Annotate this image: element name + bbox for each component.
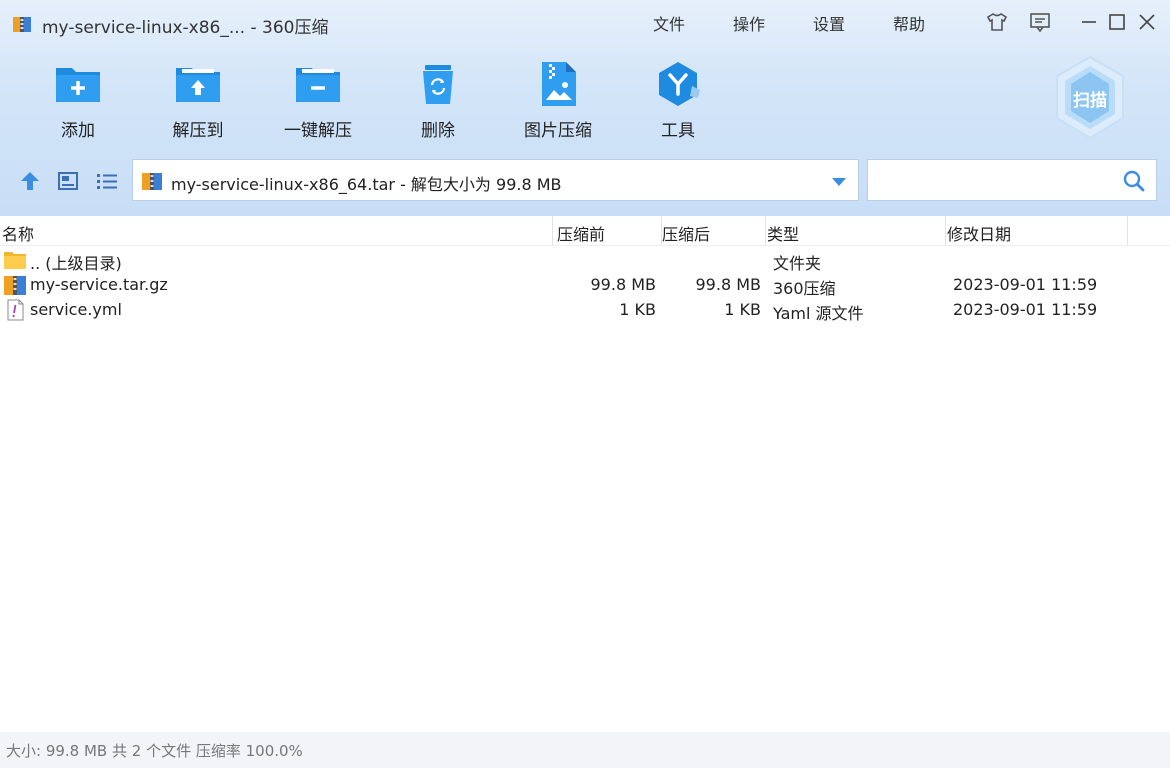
extract-folder-icon — [176, 68, 220, 102]
path-text: my-service-linux-x86_64.tar - 解包大小为 99.8… — [171, 175, 562, 194]
message-icon — [1030, 13, 1050, 33]
up-level-button[interactable] — [17, 168, 43, 194]
file-type: 文件夹 — [773, 254, 822, 273]
scan-button[interactable]: 扫描 — [1053, 54, 1127, 142]
top-panel: my-service-linux-x86_... - 360压缩 文件 操作 设… — [0, 0, 1170, 216]
file-size-after: 1 KB — [724, 300, 761, 319]
status-text: 大小: 99.8 MB 共 2 个文件 压缩率 100.0% — [6, 742, 303, 760]
minimize-button[interactable] — [1077, 10, 1101, 34]
list-item-archive[interactable]: my-service.tar.gz 99.8 MB 99.8 MB 360压缩 … — [0, 273, 1170, 298]
one-click-extract-button[interactable]: 一键解压 — [270, 58, 366, 141]
maximize-button[interactable] — [1105, 10, 1129, 34]
add-folder-icon — [56, 68, 100, 102]
scan-label: 扫描 — [1073, 91, 1107, 111]
extract-to-button[interactable]: 解压到 — [150, 58, 246, 141]
file-type: Yaml 源文件 — [773, 304, 864, 323]
window-title: my-service-linux-x86_... - 360压缩 — [42, 18, 329, 38]
list-item-yaml[interactable]: service.yml 1 KB 1 KB Yaml 源文件 2023-09-0… — [0, 298, 1170, 323]
search-box — [867, 159, 1157, 201]
app-archive-icon — [13, 17, 31, 32]
tools-label: 工具 — [661, 121, 695, 141]
chevron-down-icon[interactable] — [830, 176, 848, 188]
menu-file[interactable]: 文件 — [653, 11, 685, 35]
menu-help[interactable]: 帮助 — [893, 11, 925, 35]
file-size-after: 99.8 MB — [695, 275, 762, 294]
file-modified: 2023-09-01 11:59 — [953, 300, 1098, 319]
column-header: 名称 压缩前 压缩后 类型 修改日期 — [0, 216, 1170, 246]
archive-icon — [142, 173, 162, 190]
yaml-file-icon — [7, 299, 24, 321]
skin-button[interactable] — [985, 10, 1009, 34]
delete-label: 删除 — [421, 121, 455, 141]
folder-icon — [4, 252, 26, 269]
list-view-button[interactable] — [94, 168, 120, 194]
list-view-icon — [97, 174, 117, 189]
image-compress-label: 图片压缩 — [524, 121, 592, 141]
search-icon[interactable] — [1122, 169, 1146, 193]
thumbnail-view-icon — [58, 172, 78, 190]
column-after[interactable]: 压缩后 — [662, 221, 710, 245]
image-compress-button[interactable]: 图片压缩 — [510, 58, 606, 141]
add-label: 添加 — [61, 121, 95, 141]
list-item-parent-folder[interactable]: .. (上级目录) 文件夹 — [0, 248, 1170, 273]
status-bar: 大小: 99.8 MB 共 2 个文件 压缩率 100.0% — [0, 732, 1170, 768]
file-size-before: 99.8 MB — [590, 275, 657, 294]
column-before[interactable]: 压缩前 — [557, 221, 605, 245]
file-name: .. (上级目录) — [30, 254, 122, 273]
column-divider[interactable] — [1127, 216, 1128, 245]
one-click-extract-icon — [296, 68, 340, 102]
file-name: service.yml — [30, 300, 122, 319]
title-bar: my-service-linux-x86_... - 360压缩 文件 操作 设… — [0, 0, 1170, 46]
file-modified: 2023-09-01 11:59 — [953, 275, 1098, 294]
archive-icon — [4, 276, 26, 295]
close-icon — [1139, 14, 1155, 30]
column-divider[interactable] — [765, 216, 766, 245]
column-type[interactable]: 类型 — [767, 221, 799, 245]
shirt-icon — [986, 13, 1008, 31]
tools-button[interactable]: 工具 — [630, 58, 726, 141]
image-compress-icon — [542, 62, 576, 106]
delete-button[interactable]: 删除 — [390, 58, 486, 141]
column-modified[interactable]: 修改日期 — [947, 221, 1011, 245]
search-input[interactable] — [874, 166, 1118, 196]
file-name: my-service.tar.gz — [30, 275, 168, 294]
column-divider[interactable] — [945, 216, 946, 245]
add-button[interactable]: 添加 — [30, 58, 126, 141]
thumbnail-view-button[interactable] — [55, 168, 81, 194]
feedback-button[interactable] — [1028, 10, 1052, 34]
menu-operate[interactable]: 操作 — [733, 11, 765, 35]
recycle-bin-icon — [423, 65, 453, 104]
extract-to-label: 解压到 — [172, 121, 224, 141]
arrow-up-icon — [21, 172, 39, 190]
one-click-extract-label: 一键解压 — [284, 121, 352, 141]
tools-hexagon-icon — [659, 62, 700, 106]
close-button[interactable] — [1135, 10, 1159, 34]
file-size-before: 1 KB — [619, 300, 656, 319]
file-type: 360压缩 — [773, 279, 836, 298]
column-divider[interactable] — [552, 216, 553, 245]
minimize-icon — [1082, 21, 1096, 23]
path-bar[interactable]: my-service-linux-x86_64.tar - 解包大小为 99.8… — [132, 159, 859, 201]
menu-settings[interactable]: 设置 — [813, 11, 845, 35]
column-name[interactable]: 名称 — [2, 221, 34, 245]
maximize-icon — [1109, 14, 1125, 30]
